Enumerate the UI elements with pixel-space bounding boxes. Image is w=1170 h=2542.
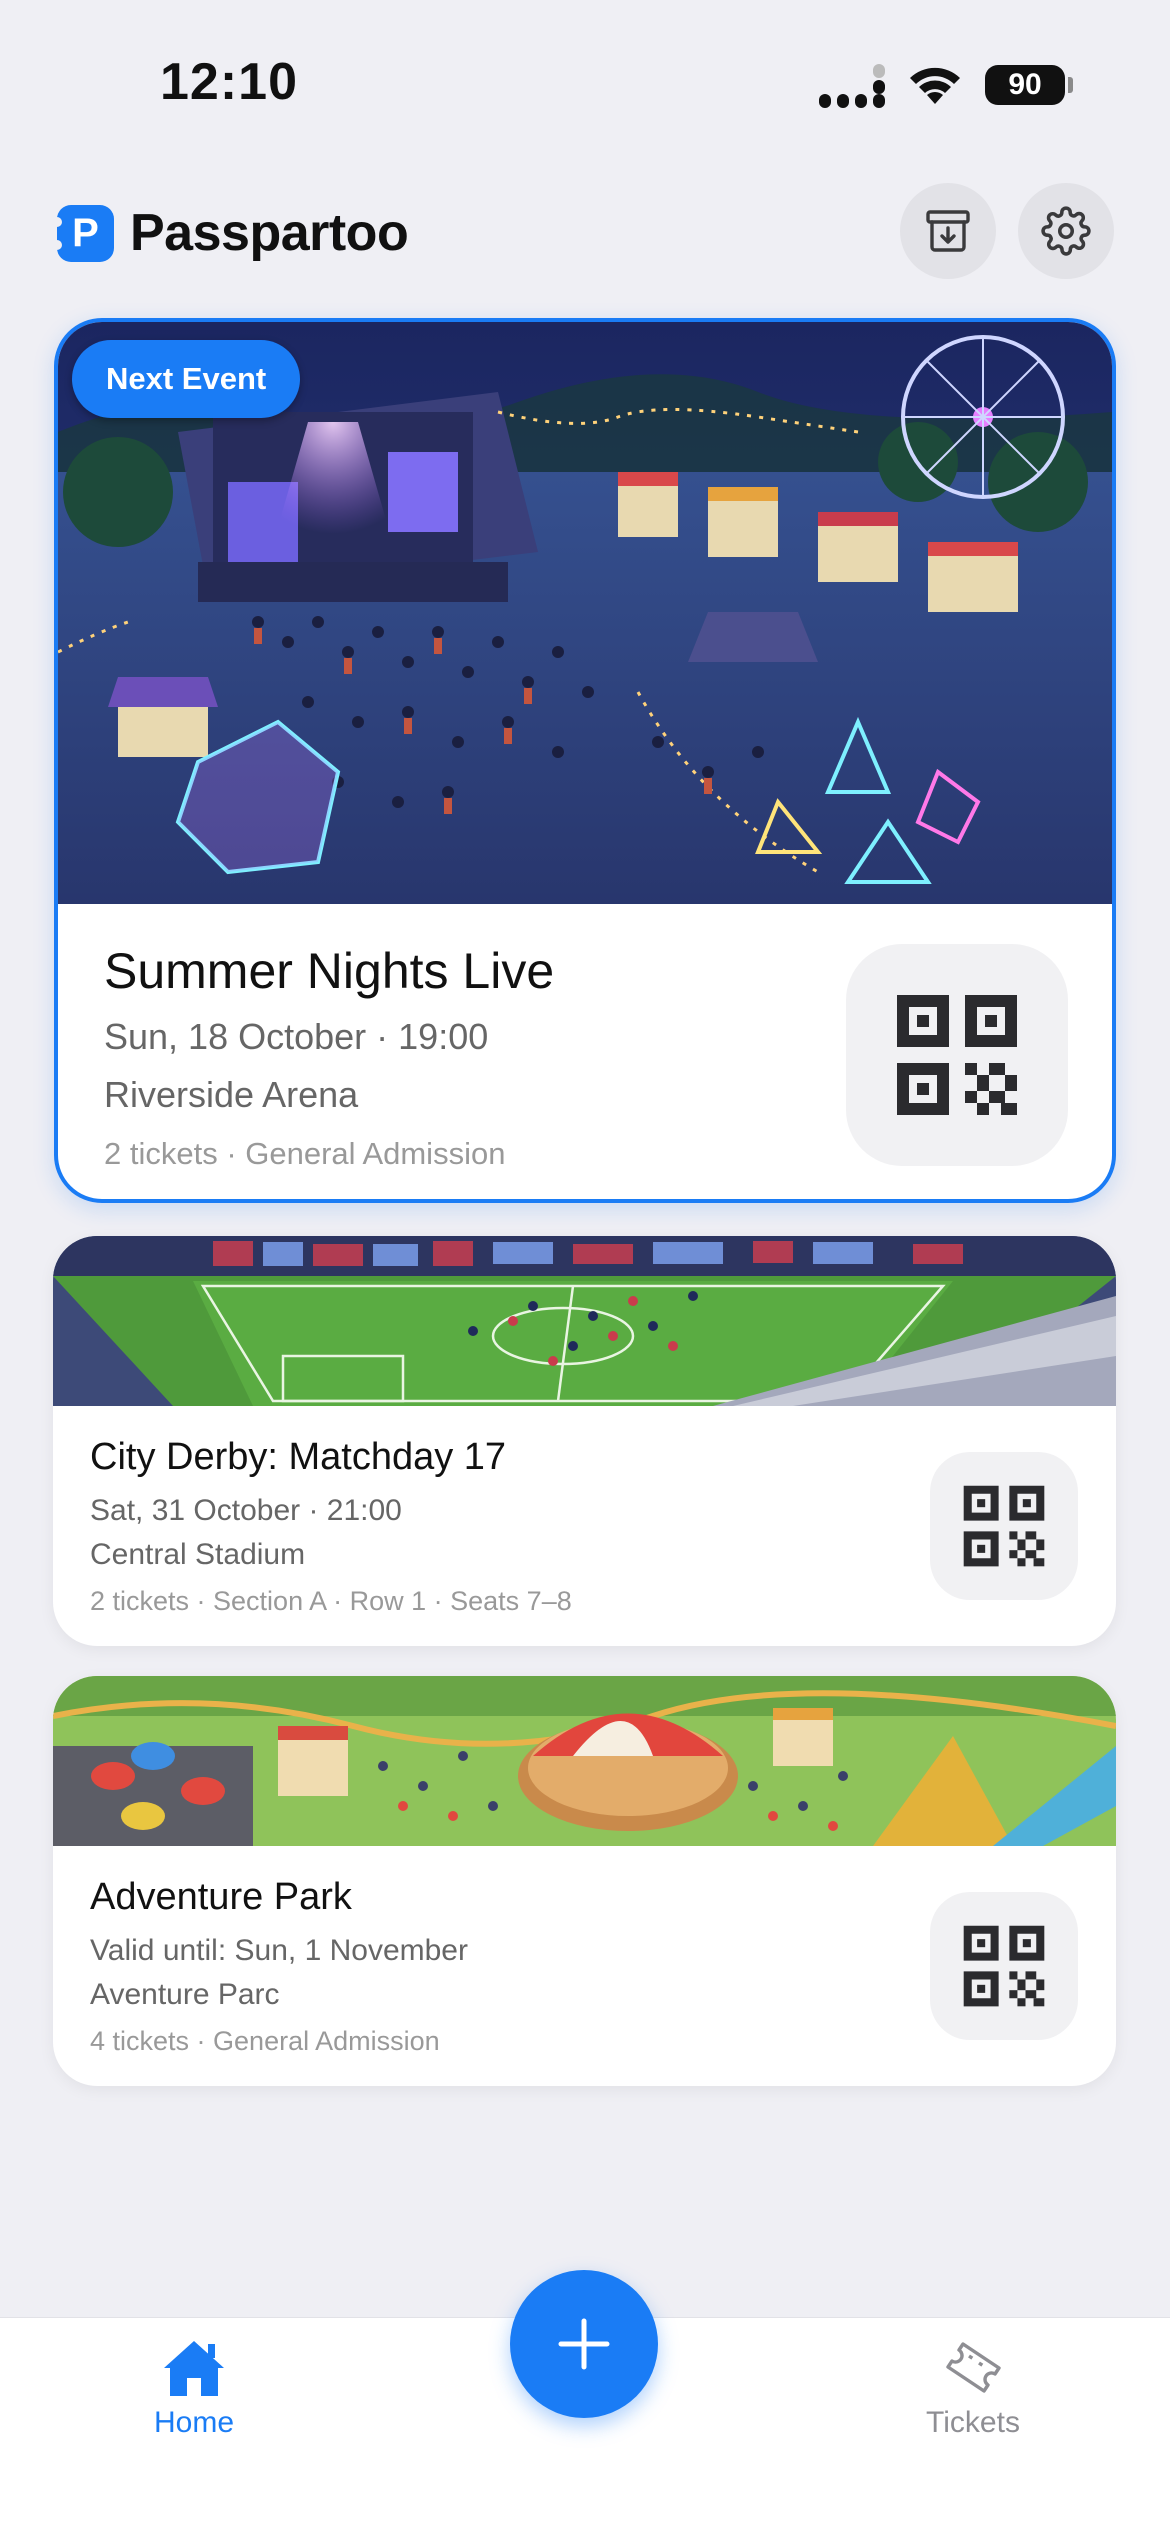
qr-code-button[interactable] bbox=[846, 944, 1068, 1166]
archive-download-icon bbox=[926, 210, 970, 252]
event-card-adventure-park[interactable]: Adventure Park Valid until: Sun, 1 Novem… bbox=[53, 1676, 1116, 2086]
qr-code-button[interactable] bbox=[930, 1452, 1078, 1600]
qr-code-button[interactable] bbox=[930, 1892, 1078, 2040]
event-validity: Valid until: Sun, 1 November bbox=[90, 1934, 468, 1967]
event-venue: Central Stadium bbox=[90, 1538, 306, 1571]
qr-code-icon bbox=[963, 1485, 1045, 1567]
event-card-city-derby[interactable]: City Derby: Matchday 17 Sat, 31 October … bbox=[53, 1236, 1116, 1646]
home-icon bbox=[164, 2341, 224, 2396]
event-date: Sat, 31 October · 21:00 bbox=[90, 1494, 402, 1527]
app-title: Passpartoo bbox=[130, 204, 409, 262]
wifi-icon bbox=[910, 67, 960, 104]
tab-tickets[interactable]: Tickets bbox=[873, 2338, 1073, 2440]
event-venue: Riverside Arena bbox=[104, 1074, 359, 1115]
tab-home-label: Home bbox=[153, 2406, 235, 2439]
status-icons: 90 bbox=[819, 62, 1073, 108]
event-ticket-info: 2 tickets · Section A · Row 1 · Seats 7–… bbox=[90, 1586, 572, 1616]
next-event-badge: Next Event bbox=[72, 340, 301, 418]
qr-code-icon bbox=[963, 1925, 1045, 2007]
qr-code-icon bbox=[897, 995, 1017, 1115]
app-logo: P bbox=[52, 205, 114, 262]
event-ticket-info: 2 tickets · General Admission bbox=[104, 1136, 506, 1171]
status-time: 12:10 bbox=[160, 53, 298, 111]
event-info: Summer Nights Live Sun, 18 October · 19:… bbox=[58, 904, 1112, 1199]
event-ticket-info: 4 tickets · General Admission bbox=[90, 2026, 440, 2056]
signal-icon bbox=[819, 62, 885, 108]
archive-button[interactable] bbox=[900, 183, 996, 279]
add-ticket-button[interactable] bbox=[510, 2270, 658, 2418]
amusement-park-illustration bbox=[53, 1676, 1116, 1846]
tab-home[interactable]: Home bbox=[94, 2338, 294, 2440]
plus-icon bbox=[558, 2318, 610, 2370]
event-info: City Derby: Matchday 17 Sat, 31 October … bbox=[53, 1406, 1116, 1646]
event-venue: Aventure Parc bbox=[90, 1978, 280, 2011]
event-title: Adventure Park bbox=[90, 1876, 352, 1918]
tab-tickets-label: Tickets bbox=[926, 2406, 1020, 2439]
football-stadium-illustration bbox=[53, 1236, 1116, 1406]
event-title: Summer Nights Live bbox=[104, 943, 555, 999]
event-info: Adventure Park Valid until: Sun, 1 Novem… bbox=[53, 1846, 1116, 2086]
settings-button[interactable] bbox=[1018, 183, 1114, 279]
event-card-summer-nights[interactable]: Next Event Summer Nights Live Sun, 18 Oc… bbox=[54, 318, 1116, 1203]
event-date: Sun, 18 October · 19:00 bbox=[104, 1016, 489, 1057]
status-bar: 12:10 90 bbox=[0, 0, 1170, 150]
ticket-icon bbox=[946, 2342, 1001, 2393]
event-title: City Derby: Matchday 17 bbox=[90, 1436, 507, 1478]
battery-icon: 90 bbox=[985, 65, 1073, 105]
gear-icon bbox=[1041, 206, 1091, 256]
battery-level: 90 bbox=[1008, 68, 1042, 101]
app-logo-letter: P bbox=[72, 211, 99, 255]
app-header: P Passpartoo bbox=[52, 183, 1114, 288]
